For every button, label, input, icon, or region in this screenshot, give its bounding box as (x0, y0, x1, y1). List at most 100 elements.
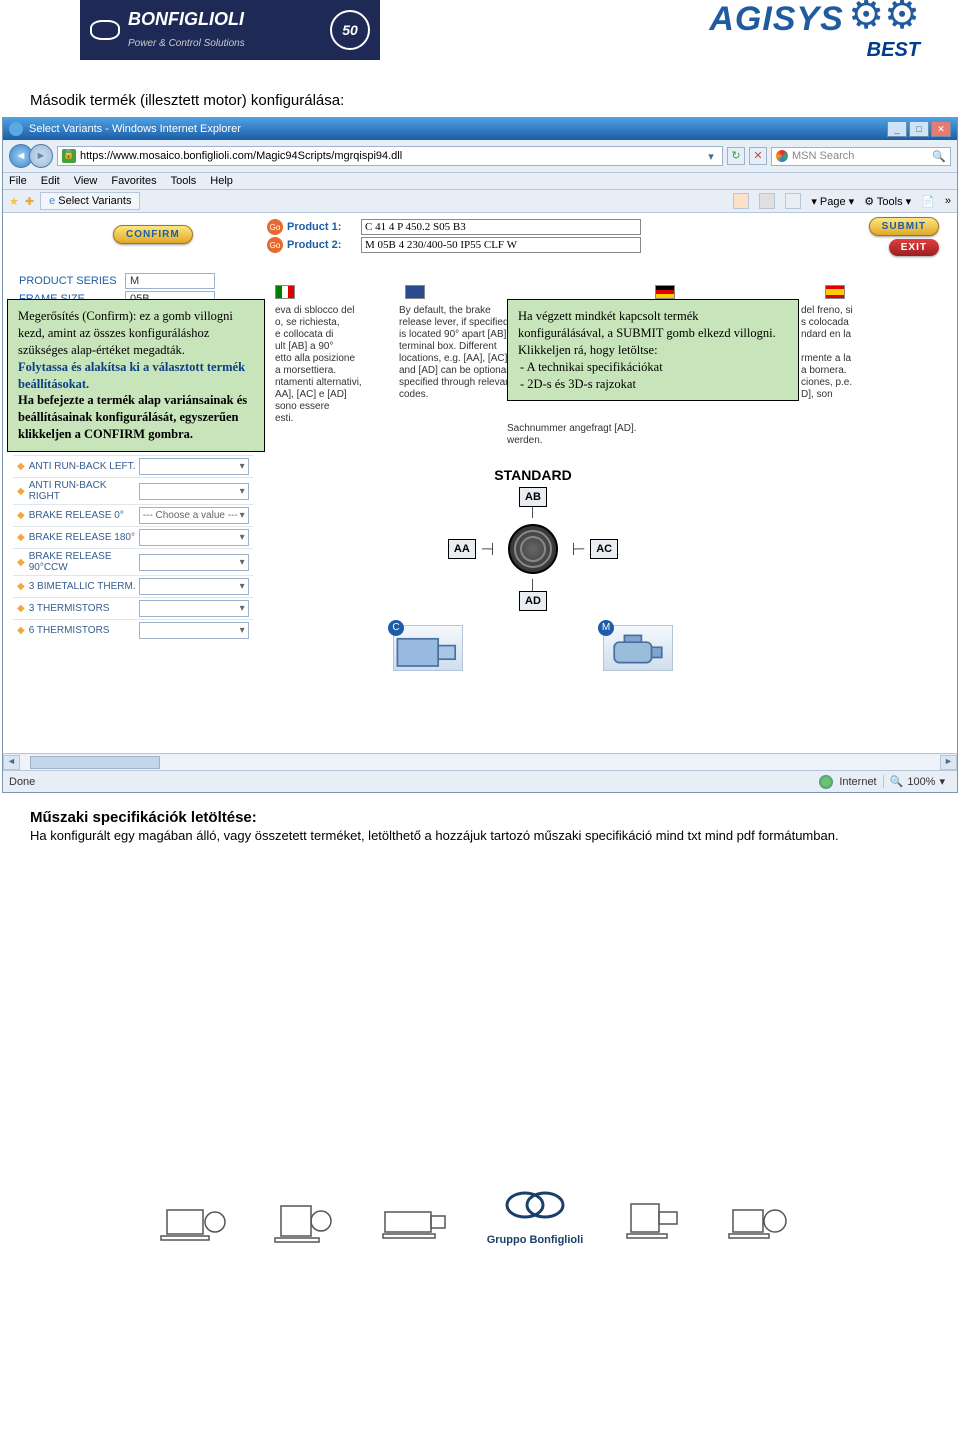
help-text-es: del freno, si s colocada ndard en la rme… (801, 305, 921, 401)
confirm-button[interactable]: CONFIRM (113, 225, 193, 244)
product-2-row: Go Product 2: M 05B 4 230/400-50 IP55 CL… (267, 237, 953, 253)
bullet-icon: ◆ (17, 532, 25, 543)
chevron-down-icon: ▾ (240, 486, 245, 497)
forward-button[interactable]: ► (29, 144, 53, 168)
bonfiglioli-tagline: Power & Control Solutions (128, 38, 245, 49)
tools-menu[interactable]: ⚙ Tools ▾ (864, 195, 911, 208)
opt-label: 3 BIMETALLIC THERM. (29, 581, 139, 592)
refresh-button[interactable]: ↻ (727, 147, 745, 165)
opt-label: BRAKE RELEASE 180° (29, 532, 139, 543)
footer-gearbox-5-icon (723, 1196, 803, 1246)
go-icon[interactable]: Go (267, 219, 283, 235)
bonfiglioli-logo-icon (90, 20, 120, 40)
product-1-label: Product 1: (287, 221, 357, 233)
menu-favorites[interactable]: Favorites (111, 175, 156, 187)
opt-select[interactable]: ▾ (139, 578, 249, 595)
feeds-icon[interactable] (759, 193, 775, 209)
opt-label: 6 THERMISTORS (29, 625, 139, 636)
address-url: https://www.mosaico.bonfiglioli.com/Magi… (80, 150, 402, 162)
close-button[interactable]: ✕ (931, 121, 951, 137)
diagram-node-aa: AA (448, 539, 476, 559)
add-favorite-icon[interactable]: ✚ (25, 195, 34, 208)
product-series-label: PRODUCT SERIES (19, 275, 119, 287)
opt-select[interactable]: ▾ (139, 622, 249, 639)
help-text-de: Sachnummer angefragt [AD]. werden. (507, 423, 797, 447)
chevron-down-icon: ▾ (240, 510, 245, 521)
flag-uk-icon[interactable] (405, 285, 425, 299)
scroll-track[interactable] (20, 755, 940, 770)
bonfiglioli-logo: BONFIGLIOLI Power & Control Solutions 50 (80, 0, 380, 60)
opt-select[interactable]: ▾ (139, 483, 249, 500)
callout-confirm-p2: Folytassa és alakítsa ki a választott te… (18, 360, 245, 391)
scroll-thumb[interactable] (30, 756, 160, 769)
opt-select[interactable]: ▾ (139, 554, 249, 571)
scroll-left-button[interactable]: ◄ (3, 755, 20, 770)
search-provider-icon (776, 150, 788, 162)
menu-view[interactable]: View (74, 175, 98, 187)
bullet-icon: ◆ (17, 625, 25, 636)
address-dropdown-icon[interactable]: ▾ (704, 150, 718, 163)
motor-card[interactable]: M (603, 625, 673, 671)
internet-zone-icon (819, 775, 833, 789)
stop-button[interactable]: ✕ (749, 147, 767, 165)
print-icon[interactable] (785, 193, 801, 209)
home-icon[interactable] (733, 193, 749, 209)
opt-select[interactable]: ▾ (139, 458, 249, 475)
flag-es-icon[interactable] (825, 285, 845, 299)
product-2-label: Product 2: (287, 239, 357, 251)
menu-tools[interactable]: Tools (171, 175, 197, 187)
agisys-logo: AGISYS ⚙⚙ BEST (709, 0, 920, 62)
gearbox-card[interactable]: C (393, 625, 463, 671)
address-bar[interactable]: 🔒 https://www.mosaico.bonfiglioli.com/Ma… (57, 146, 723, 166)
maximize-button[interactable]: □ (909, 121, 929, 137)
opt-label: ANTI RUN-BACK RIGHT (29, 480, 139, 502)
bullet-icon: ◆ (17, 557, 25, 568)
opt-select[interactable]: ▾ (139, 529, 249, 546)
browser-tab[interactable]: e Select Variants (40, 192, 140, 210)
product-1-value[interactable]: C 41 4 P 450.2 S05 B3 (361, 219, 641, 235)
bullet-icon: ◆ (17, 510, 25, 521)
diagram-standard-label: STANDARD (373, 467, 693, 483)
horizontal-scrollbar[interactable]: ◄ ► (3, 753, 957, 770)
zoom-control[interactable]: 🔍 100% ▾ (883, 775, 951, 788)
submit-button[interactable]: SUBMIT (869, 217, 939, 236)
product-1-row: Go Product 1: C 41 4 P 450.2 S05 B3 (267, 219, 953, 235)
toolbar-more[interactable]: » (945, 195, 951, 207)
go-icon[interactable]: Go (267, 237, 283, 253)
product-series-select[interactable]: M (125, 273, 215, 289)
best-brand-text: BEST (867, 39, 920, 61)
menu-edit[interactable]: Edit (41, 175, 60, 187)
footer-gearbox-3-icon (377, 1196, 457, 1246)
interlocking-rings-icon (495, 1183, 575, 1227)
flag-de-icon[interactable] (655, 285, 675, 299)
footer-bonfiglioli-logo: Gruppo Bonfiglioli (487, 1183, 584, 1246)
search-go-icon[interactable]: 🔍 (932, 150, 946, 163)
menu-file[interactable]: File (9, 175, 27, 187)
favorites-star-icon[interactable]: ★ (9, 195, 19, 208)
exit-button[interactable]: EXIT (889, 239, 939, 256)
menu-help[interactable]: Help (210, 175, 233, 187)
chevron-down-icon: ▾ (240, 603, 245, 614)
search-box[interactable]: MSN Search 🔍 (771, 147, 951, 166)
section-1-title: Második termék (illesztett motor) konfig… (0, 82, 960, 111)
bonfiglioli-brand-text: BONFIGLIOLI (128, 9, 244, 29)
opt-select[interactable]: --- Choose a value ---▾ (139, 507, 249, 524)
search-placeholder: MSN Search (792, 150, 854, 162)
browser-menubar: File Edit View Favorites Tools Help (3, 173, 957, 190)
status-done: Done (9, 776, 35, 788)
callout-confirm: Megerősítés (Confirm): ez a gomb villogn… (7, 299, 265, 452)
tab-label: Select Variants (58, 195, 131, 207)
page-menu[interactable]: ▾ Page ▾ (811, 195, 854, 208)
flag-it-icon[interactable] (275, 285, 295, 299)
opt-label: BRAKE RELEASE 0° (29, 510, 139, 521)
scroll-right-button[interactable]: ► (940, 755, 957, 770)
pdf-icon[interactable]: 📄 (921, 195, 935, 208)
browser-navbar: ◄ ► 🔒 https://www.mosaico.bonfiglioli.co… (3, 140, 957, 173)
product-2-value[interactable]: M 05B 4 230/400-50 IP55 CLF W (361, 237, 641, 253)
minimize-button[interactable]: _ (887, 121, 907, 137)
chevron-down-icon: ▾ (240, 461, 245, 472)
help-text-it: eva di sblocco del o, se richiesta, e co… (275, 305, 395, 425)
agisys-brand-text: AGISYS (709, 0, 843, 38)
opt-select[interactable]: ▾ (139, 600, 249, 617)
callout-submit-p1: Ha végzett mindkét kapcsolt termék konfi… (518, 309, 776, 357)
